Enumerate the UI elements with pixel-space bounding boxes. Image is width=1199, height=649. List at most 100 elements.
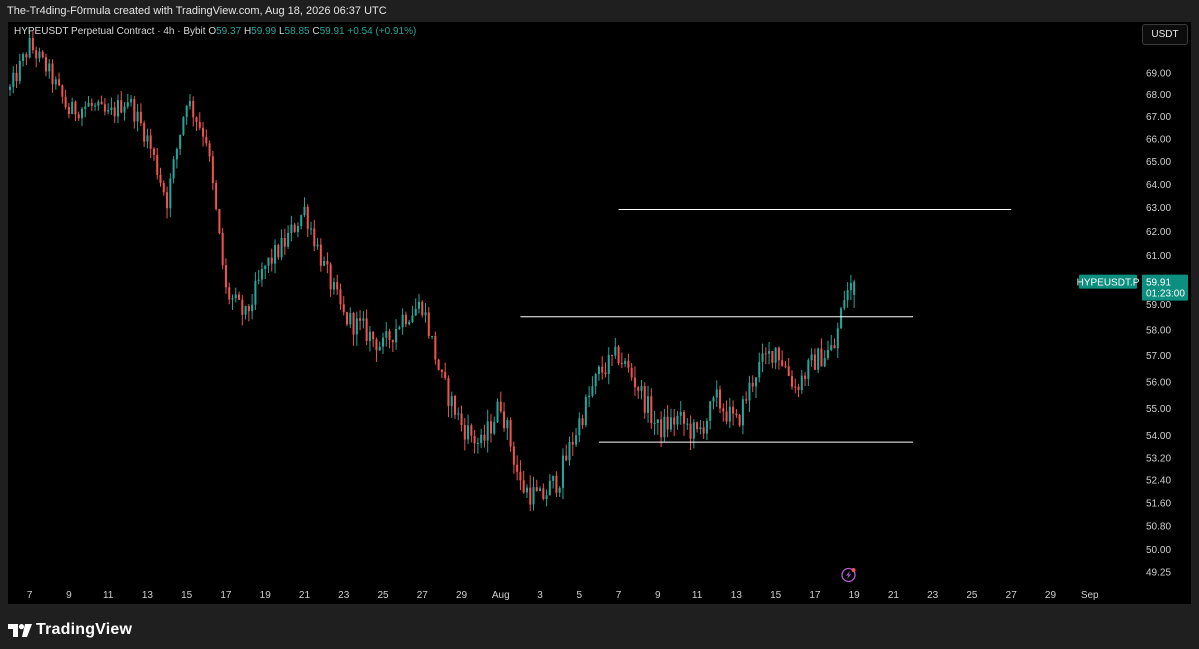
candle-body xyxy=(627,360,630,368)
candle-body xyxy=(64,96,67,108)
candle-body xyxy=(666,416,669,430)
candle-body xyxy=(840,308,843,329)
candle-body xyxy=(522,480,525,493)
candle-body xyxy=(182,117,185,135)
candle-body xyxy=(336,282,339,290)
candle-body xyxy=(611,354,614,356)
candle-body xyxy=(476,442,479,444)
candlestick-chart[interactable]: 69.00 68.00 67.00 66.00 65.00 64.00 63.00 62.00… xyxy=(8,22,1191,604)
price-tick-label: 58.00 xyxy=(1146,326,1171,337)
candle-body xyxy=(427,312,430,337)
candle-body xyxy=(352,312,355,335)
candle-body xyxy=(705,420,708,434)
candle-body xyxy=(319,244,322,266)
symbol-tag-label: HYPEUSDT.P xyxy=(1077,278,1140,289)
candle-body xyxy=(414,308,417,316)
low-value: 58.85 xyxy=(284,26,310,37)
candle-body xyxy=(529,487,532,505)
candle-body xyxy=(146,135,149,142)
candle-body xyxy=(542,488,545,499)
candle-body xyxy=(22,54,25,61)
candle-body xyxy=(100,101,103,105)
price-tick-label: 51.60 xyxy=(1146,498,1171,509)
price-tick-label: 49.25 xyxy=(1146,567,1171,578)
candle-body xyxy=(18,60,21,82)
time-tick-label: 15 xyxy=(181,590,193,601)
candle-body xyxy=(224,265,227,288)
candle-body xyxy=(470,425,473,436)
candle-body xyxy=(67,107,70,115)
candle-body xyxy=(643,385,646,413)
price-tick-label: 50.80 xyxy=(1146,522,1171,533)
candle-body xyxy=(686,423,689,425)
candle-body xyxy=(532,487,535,505)
candle-body xyxy=(267,257,270,266)
candle-body xyxy=(368,331,371,341)
candle-body xyxy=(483,434,486,441)
time-tick-label: 13 xyxy=(731,590,743,601)
price-axis[interactable] xyxy=(1138,22,1191,604)
time-tick-label: 19 xyxy=(849,590,861,601)
candle-body xyxy=(800,375,803,391)
candle-body xyxy=(512,446,515,465)
price-tick-label: 56.00 xyxy=(1146,377,1171,388)
candle-body xyxy=(411,315,414,322)
price-tick-label: 50.00 xyxy=(1146,545,1171,556)
candle-body xyxy=(202,127,205,137)
candle-body xyxy=(113,107,116,117)
candle-body xyxy=(15,72,18,82)
candle-body xyxy=(185,105,188,118)
candle-body xyxy=(558,487,561,493)
candle-body xyxy=(712,397,715,402)
candle-body xyxy=(594,374,597,387)
chart-area[interactable]: 69.00 68.00 67.00 66.00 65.00 64.00 63.00 62.00… xyxy=(8,22,1191,604)
candle-body xyxy=(673,417,676,425)
candle-body xyxy=(725,411,728,422)
candle-body xyxy=(833,345,836,349)
candle-body xyxy=(578,418,581,436)
candle-body xyxy=(398,327,401,329)
candle-body xyxy=(620,363,623,365)
candle-body xyxy=(453,395,456,415)
candle-body xyxy=(519,471,522,481)
tradingview-logo-icon xyxy=(8,623,32,637)
candle-body xyxy=(143,123,146,142)
price-tick-label: 69.00 xyxy=(1146,69,1171,80)
candle-body xyxy=(669,417,672,430)
price-tick-label: 68.00 xyxy=(1146,90,1171,101)
candle-body xyxy=(640,385,643,391)
candle-body xyxy=(107,110,110,112)
candle-body xyxy=(130,99,133,103)
candle-body xyxy=(431,335,434,337)
candle-body xyxy=(548,480,551,496)
candle-body xyxy=(493,422,496,434)
candle-body xyxy=(781,360,784,366)
candle-body xyxy=(205,136,208,144)
currency-button[interactable]: USDT xyxy=(1142,24,1188,45)
candle-body xyxy=(188,100,191,106)
candle-body xyxy=(509,420,512,447)
candle-body xyxy=(843,300,846,309)
time-tick-label: 15 xyxy=(770,590,782,601)
candle-body xyxy=(359,318,362,321)
candle-body xyxy=(718,389,722,409)
candle-body xyxy=(473,435,476,444)
candle-body xyxy=(826,349,829,359)
candle-body xyxy=(787,366,790,376)
tradingview-logo[interactable]: TradingView xyxy=(8,621,132,639)
candle-body xyxy=(283,237,286,247)
candle-body xyxy=(61,85,64,97)
candle-body xyxy=(761,353,764,362)
candle-body xyxy=(565,455,568,461)
candle-body xyxy=(300,215,303,226)
candle-body xyxy=(41,51,44,58)
candle-body xyxy=(211,156,214,183)
candle-body xyxy=(575,435,578,445)
candle-body xyxy=(332,282,335,290)
candle-body xyxy=(329,264,332,290)
candle-body xyxy=(499,401,502,412)
time-tick-label: 29 xyxy=(456,590,468,601)
price-tick-label: 65.00 xyxy=(1146,157,1171,168)
candle-body xyxy=(489,421,492,434)
candle-body xyxy=(339,289,342,305)
